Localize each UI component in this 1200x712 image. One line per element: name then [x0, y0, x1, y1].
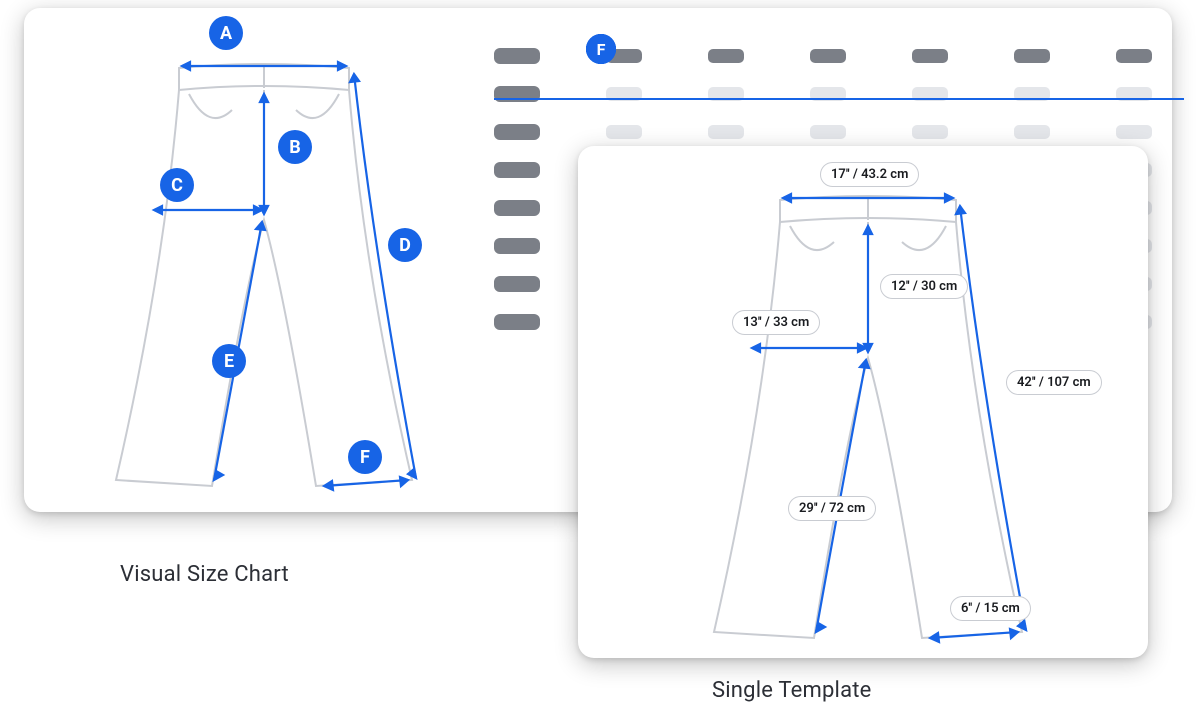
badge-e: E — [212, 344, 246, 378]
label-waist: 17'' / 43.2 cm — [820, 162, 919, 187]
caption-visual: Visual Size Chart — [120, 562, 289, 587]
cell-placeholder — [810, 125, 846, 139]
cell-placeholder — [606, 125, 642, 139]
badge-d: D — [388, 228, 422, 262]
row-label-placeholder — [494, 124, 540, 140]
size-table-divider — [494, 98, 1184, 100]
caption-single: Single Template — [712, 678, 872, 703]
label-hem: 6'' / 15 cm — [950, 596, 1031, 621]
cell-placeholder — [1116, 125, 1152, 139]
cell-placeholder — [912, 125, 948, 139]
pants-diagram-left: A B C D E F — [94, 32, 434, 492]
label-hem-text: 6'' / 15 cm — [961, 601, 1020, 616]
single-template-card: 17'' / 43.2 cm 12'' / 30 cm 13'' / 33 cm… — [578, 146, 1148, 658]
label-inseam-text: 29'' / 72 cm — [799, 501, 865, 516]
badge-d-text: D — [399, 235, 411, 256]
badge-f-text: F — [360, 447, 370, 468]
badge-a-text: A — [220, 23, 232, 44]
label-rise: 12'' / 30 cm — [880, 274, 968, 299]
label-inseam: 29'' / 72 cm — [788, 496, 876, 521]
cell-placeholder — [912, 49, 948, 63]
row-label-placeholder — [494, 276, 540, 292]
label-outseam-text: 42'' / 107 cm — [1017, 375, 1091, 390]
pants-svg-right — [688, 160, 1048, 650]
label-waist-text: 17'' / 43.2 cm — [831, 167, 908, 182]
badge-a: A — [209, 16, 243, 50]
label-thigh-text: 13'' / 33 cm — [743, 315, 809, 330]
row-label-placeholder — [494, 162, 540, 178]
label-outseam: 42'' / 107 cm — [1006, 370, 1102, 395]
badge-b-text: B — [289, 137, 301, 158]
badge-e-text: E — [224, 351, 234, 372]
cell-placeholder — [810, 49, 846, 63]
row-label-placeholder — [494, 200, 540, 216]
row-label-placeholder — [494, 238, 540, 254]
row-label-placeholder — [494, 314, 540, 330]
badge-c-text: C — [171, 175, 183, 196]
cell-placeholder — [1116, 49, 1152, 63]
cell-placeholder — [708, 49, 744, 63]
label-rise-text: 12'' / 30 cm — [891, 279, 957, 294]
pants-diagram-right: 17'' / 43.2 cm 12'' / 30 cm 13'' / 33 cm… — [688, 160, 1048, 650]
cell-placeholder — [708, 125, 744, 139]
badge-f: F — [348, 440, 382, 474]
badge-b: B — [278, 130, 312, 164]
cell-placeholder — [1014, 49, 1050, 63]
cell-placeholder — [1014, 125, 1050, 139]
col-f-text: F — [597, 40, 606, 59]
table-row — [494, 124, 1184, 140]
label-thigh: 13'' / 33 cm — [732, 310, 820, 335]
col-badge-f: F — [586, 34, 616, 64]
pants-svg-left — [94, 32, 434, 492]
row-label-placeholder — [494, 48, 540, 64]
badge-c: C — [160, 168, 194, 202]
